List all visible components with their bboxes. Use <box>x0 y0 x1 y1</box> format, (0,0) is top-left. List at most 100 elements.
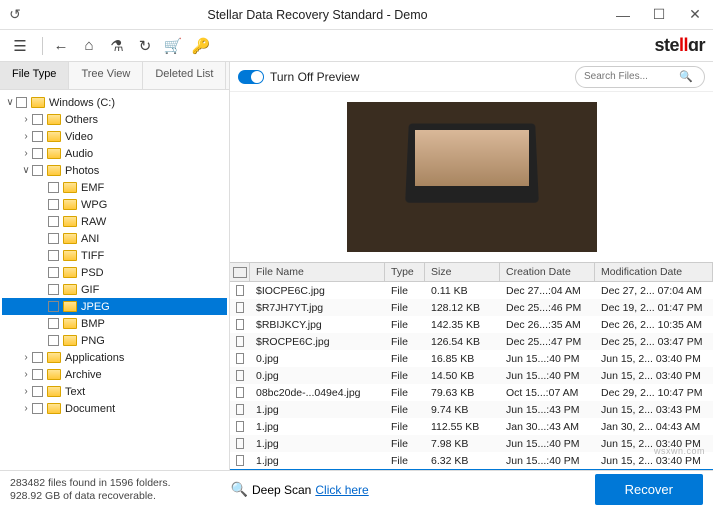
tool-icon[interactable]: ⚗ <box>105 34 129 58</box>
node-checkbox[interactable] <box>32 369 43 380</box>
back-icon[interactable]: ← <box>49 34 73 58</box>
tab-file-type[interactable]: File Type <box>0 62 69 89</box>
expand-icon[interactable]: › <box>20 386 32 397</box>
tree-node[interactable]: GIF <box>2 281 227 298</box>
file-row[interactable]: $ROCPE6C.jpgFile126.54 KBDec 25...:47 PM… <box>230 333 713 350</box>
header-type[interactable]: Type <box>385 263 425 281</box>
tree-node[interactable]: PNG <box>2 332 227 349</box>
tree-node[interactable]: WPG <box>2 196 227 213</box>
node-checkbox[interactable] <box>32 403 43 414</box>
tab-deleted-list[interactable]: Deleted List <box>143 62 226 89</box>
node-checkbox[interactable] <box>48 250 59 261</box>
row-checkbox[interactable] <box>236 336 244 347</box>
menu-icon[interactable]: ☰ <box>8 34 32 58</box>
tree-node[interactable]: ∨Windows (C:) <box>2 94 227 111</box>
search-box[interactable]: 🔍 <box>575 66 705 88</box>
tree-node[interactable]: ›Applications <box>2 349 227 366</box>
tree-node[interactable]: ∨Photos <box>2 162 227 179</box>
header-cdate[interactable]: Creation Date <box>500 263 595 281</box>
header-mdate[interactable]: Modification Date <box>595 263 713 281</box>
header-name[interactable]: File Name <box>250 263 385 281</box>
file-row[interactable]: $IOCPE6C.jpgFile0.11 KBDec 27...:04 AMDe… <box>230 282 713 299</box>
node-checkbox[interactable] <box>48 335 59 346</box>
file-row[interactable]: 08bc20de-...049e4.jpgFile79.63 KBOct 15.… <box>230 384 713 401</box>
key-icon[interactable]: 🔑 <box>189 34 213 58</box>
node-checkbox[interactable] <box>48 301 59 312</box>
tree-node[interactable]: JPEG <box>2 298 227 315</box>
header-checkbox[interactable] <box>230 263 250 281</box>
expand-icon[interactable]: › <box>20 352 32 363</box>
expand-icon[interactable]: ∨ <box>20 165 32 176</box>
node-checkbox[interactable] <box>32 165 43 176</box>
node-checkbox[interactable] <box>48 233 59 244</box>
node-checkbox[interactable] <box>48 284 59 295</box>
deep-scan-link[interactable]: Click here <box>315 483 368 497</box>
file-row[interactable]: $RBIJKCY.jpgFile142.35 KBDec 26...:35 AM… <box>230 316 713 333</box>
row-checkbox[interactable] <box>236 319 244 330</box>
node-checkbox[interactable] <box>48 318 59 329</box>
minimize-button[interactable]: ― <box>605 0 641 30</box>
row-checkbox[interactable] <box>236 370 244 381</box>
row-checkbox[interactable] <box>236 404 244 415</box>
tab-tree-view[interactable]: Tree View <box>69 62 143 89</box>
expand-icon[interactable]: ∨ <box>4 97 16 108</box>
tree-node[interactable]: ›Others <box>2 111 227 128</box>
file-row[interactable]: 1.jpgFile9.74 KBJun 15...:43 PMJun 15, 2… <box>230 401 713 418</box>
node-checkbox[interactable] <box>48 267 59 278</box>
folder-icon <box>31 97 45 108</box>
header-size[interactable]: Size <box>425 263 500 281</box>
history-icon[interactable]: ↺ <box>0 6 30 23</box>
file-row[interactable]: 1.jpgFile7.98 KBJun 15...:40 PMJun 15, 2… <box>230 435 713 452</box>
tree-node[interactable]: PSD <box>2 264 227 281</box>
node-checkbox[interactable] <box>32 131 43 142</box>
expand-icon[interactable]: › <box>20 131 32 142</box>
node-checkbox[interactable] <box>48 216 59 227</box>
node-checkbox[interactable] <box>32 386 43 397</box>
file-list[interactable]: $IOCPE6C.jpgFile0.11 KBDec 27...:04 AMDe… <box>230 282 713 470</box>
tree-node[interactable]: ›Document <box>2 400 227 417</box>
tree-node[interactable]: ›Text <box>2 383 227 400</box>
tree-node[interactable]: ›Audio <box>2 145 227 162</box>
node-checkbox[interactable] <box>32 352 43 363</box>
row-checkbox[interactable] <box>236 421 244 432</box>
tree-node[interactable]: BMP <box>2 315 227 332</box>
recover-button[interactable]: Recover <box>595 474 703 505</box>
tree-node[interactable]: RAW <box>2 213 227 230</box>
row-checkbox[interactable] <box>236 387 244 398</box>
row-checkbox[interactable] <box>236 285 244 296</box>
search-icon[interactable]: 🔍 <box>679 70 693 83</box>
node-checkbox[interactable] <box>48 199 59 210</box>
row-checkbox[interactable] <box>236 438 244 449</box>
close-button[interactable]: ✕ <box>677 0 713 30</box>
expand-icon[interactable]: › <box>20 148 32 159</box>
file-row[interactable]: 0.jpgFile16.85 KBJun 15...:40 PMJun 15, … <box>230 350 713 367</box>
folder-tree[interactable]: ∨Windows (C:)›Others›Video›Audio∨PhotosE… <box>0 90 229 470</box>
node-checkbox[interactable] <box>32 148 43 159</box>
tree-node[interactable]: TIFF <box>2 247 227 264</box>
file-row[interactable]: 1.jpgFile112.55 KBJan 30...:43 AMJan 30,… <box>230 418 713 435</box>
home-icon[interactable]: ⌂ <box>77 34 101 58</box>
refresh-icon[interactable]: ↻ <box>133 34 157 58</box>
file-row[interactable]: 0.jpgFile14.50 KBJun 15...:40 PMJun 15, … <box>230 367 713 384</box>
expand-icon[interactable]: › <box>20 403 32 414</box>
node-checkbox[interactable] <box>16 97 27 108</box>
expand-icon[interactable]: › <box>20 369 32 380</box>
maximize-button[interactable]: ☐ <box>641 0 677 30</box>
row-checkbox[interactable] <box>236 302 244 313</box>
cell-cdate: Jun 15...:40 PM <box>500 438 595 450</box>
cart-icon[interactable]: 🛒 <box>161 34 185 58</box>
file-row[interactable]: 1.jpgFile103.90 KBJun 15...:42 PMJun 15,… <box>230 469 713 470</box>
row-checkbox[interactable] <box>236 455 244 466</box>
file-row[interactable]: $R7JH7YT.jpgFile128.12 KBDec 25...:46 PM… <box>230 299 713 316</box>
search-input[interactable] <box>584 71 679 82</box>
node-checkbox[interactable] <box>48 182 59 193</box>
node-checkbox[interactable] <box>32 114 43 125</box>
preview-toggle[interactable] <box>238 70 264 84</box>
tree-node[interactable]: ›Archive <box>2 366 227 383</box>
tree-node[interactable]: ›Video <box>2 128 227 145</box>
file-row[interactable]: 1.jpgFile6.32 KBJun 15...:40 PMJun 15, 2… <box>230 452 713 469</box>
expand-icon[interactable]: › <box>20 114 32 125</box>
tree-node[interactable]: EMF <box>2 179 227 196</box>
row-checkbox[interactable] <box>236 353 244 364</box>
tree-node[interactable]: ANI <box>2 230 227 247</box>
